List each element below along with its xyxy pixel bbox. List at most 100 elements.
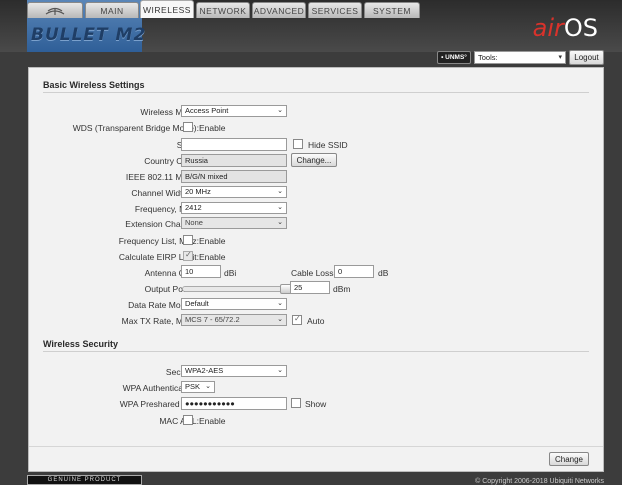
genuine-product-badge: GENUINE PRODUCT xyxy=(27,475,142,485)
output-power-label: Output Power: xyxy=(144,284,199,294)
mac-acl-checkbox[interactable] xyxy=(183,415,193,425)
ieee-mode-field: B/G/N mixed xyxy=(181,170,287,183)
chevron-down-icon: ⌄ xyxy=(205,383,211,390)
output-power-slider-fill xyxy=(183,287,281,291)
country-code-value: Russia xyxy=(185,156,208,165)
tab-ubiquiti-logo[interactable] xyxy=(27,2,83,18)
tools-select-value: Tools: xyxy=(478,53,498,62)
airos-logo: airOS xyxy=(533,14,598,42)
hide-ssid-checkbox[interactable] xyxy=(293,139,303,149)
cable-loss-unit: dB xyxy=(378,268,389,278)
country-code-field: Russia xyxy=(181,154,287,167)
airos-logo-air: air xyxy=(532,14,564,42)
channel-width-label: Channel Width:[?] xyxy=(29,188,199,198)
frequency-select[interactable]: 2412 ⌄ xyxy=(181,202,287,214)
chevron-down-icon: ⌄ xyxy=(277,367,283,374)
settings-panel: Basic Wireless Settings Wireless Mode: A… xyxy=(28,67,604,472)
wds-checkbox[interactable] xyxy=(183,122,193,132)
channel-width-select[interactable]: 20 MHz ⌄ xyxy=(181,186,287,198)
tab-network[interactable]: NETWORK xyxy=(196,2,250,18)
tab-system[interactable]: SYSTEM xyxy=(364,2,420,18)
frequency-label: Frequency, MHz: xyxy=(134,204,199,214)
extension-channel-select[interactable]: None ⌄ xyxy=(181,217,287,229)
device-logo: BULLET M2 xyxy=(31,25,147,45)
chevron-down-icon: ⌄ xyxy=(277,219,283,226)
wpa-preshared-key-label: WPA Preshared Key: xyxy=(119,399,199,409)
wpa-authentication-label: WPA Authentication: xyxy=(122,383,199,393)
wpa-preshared-key-input[interactable]: ●●●●●●●●●●● xyxy=(181,397,287,410)
chevron-down-icon: ⌄ xyxy=(277,107,283,114)
max-tx-auto-checkbox[interactable] xyxy=(292,314,302,325)
cable-loss-value: 0 xyxy=(338,267,343,276)
mac-acl-label: MAC ACL: xyxy=(159,416,199,426)
ssid-input[interactable] xyxy=(181,138,287,151)
wds-enable-label: Enable xyxy=(199,123,226,133)
chevron-down-icon: ⌄ xyxy=(277,204,283,211)
section-divider xyxy=(43,92,589,93)
show-key-checkbox[interactable] xyxy=(291,398,301,408)
tab-advanced[interactable]: ADVANCED xyxy=(252,2,306,18)
security-label: Security: xyxy=(29,367,199,377)
show-key-label: Show xyxy=(305,399,327,409)
basic-wireless-settings-title: Basic Wireless Settings xyxy=(43,80,145,90)
tab-main[interactable]: MAIN xyxy=(85,2,139,18)
antenna-gain-value: 10 xyxy=(185,267,194,276)
hide-ssid-label: Hide SSID xyxy=(308,140,348,150)
wpa-authentication-select[interactable]: PSK ⌄ xyxy=(181,381,215,393)
data-rate-module-label: Data Rate Module: xyxy=(128,300,199,310)
section-divider xyxy=(43,351,589,352)
tab-wireless[interactable]: WIRELESS xyxy=(140,0,194,18)
wireless-mode-select[interactable]: Access Point ⌄ xyxy=(181,105,287,117)
output-power-value: 25 xyxy=(294,283,303,292)
cable-loss-input[interactable]: 0 xyxy=(334,265,374,278)
logout-button[interactable]: Logout xyxy=(569,50,604,65)
data-rate-module-select[interactable]: Default ⌄ xyxy=(181,298,287,310)
eirp-limit-enable-label: Enable xyxy=(199,252,226,262)
output-power-input[interactable]: 25 xyxy=(290,281,330,294)
wds-label: WDS (Transparent Bridge Mode): xyxy=(72,123,199,133)
chevron-down-icon: ▾ xyxy=(558,54,562,61)
frequency-list-label: Frequency List, MHz: xyxy=(118,236,199,246)
antenna-gain-label: Antenna Gain: xyxy=(144,268,199,278)
antenna-gain-unit: dBi xyxy=(224,268,237,278)
eirp-limit-checkbox[interactable] xyxy=(183,250,193,261)
tab-services[interactable]: SERVICES xyxy=(308,2,362,18)
frequency-value: 2412 xyxy=(185,203,202,212)
security-select[interactable]: WPA2-AES ⌄ xyxy=(181,365,287,377)
ieee-mode-value: B/G/N mixed xyxy=(185,172,228,181)
airos-logo-os: OS xyxy=(563,14,598,42)
max-tx-rate-label: Max TX Rate, Mbps: xyxy=(121,316,199,326)
chevron-down-icon: ⌄ xyxy=(277,300,283,307)
unms-button[interactable]: • UNMS° xyxy=(437,51,471,64)
output-power-slider-track[interactable] xyxy=(182,286,292,292)
frequency-list-checkbox[interactable] xyxy=(183,235,193,245)
channel-width-value: 20 MHz xyxy=(185,187,211,196)
ssid-label: SSID: xyxy=(29,140,199,150)
wireless-mode-label: Wireless Mode: xyxy=(140,107,199,117)
wireless-security-title: Wireless Security xyxy=(43,339,118,349)
max-tx-rate-value: MCS 7 - 65/72.2 xyxy=(185,315,240,324)
tools-select[interactable]: Tools: ▾ xyxy=(474,51,566,64)
chevron-down-icon: ⌄ xyxy=(277,316,283,323)
change-button[interactable]: Change xyxy=(549,452,589,466)
change-country-button[interactable]: Change... xyxy=(291,153,337,167)
mac-acl-enable-label: Enable xyxy=(199,416,226,426)
eirp-limit-label: Calculate EIRP Limit: xyxy=(118,252,199,262)
chevron-down-icon: ⌄ xyxy=(277,188,283,195)
extension-channel-label: Extension Channel: xyxy=(125,219,199,229)
ubiquiti-logo-icon xyxy=(45,7,65,15)
security-value: WPA2-AES xyxy=(185,366,224,375)
wireless-mode-value: Access Point xyxy=(185,106,229,115)
cable-loss-label: Cable Loss: xyxy=(291,268,336,278)
max-tx-auto-label: Auto xyxy=(307,316,325,326)
country-code-label: Country Code: xyxy=(144,156,199,166)
frequency-list-enable-label: Enable xyxy=(199,236,226,246)
footer-divider xyxy=(29,446,603,447)
wpa-authentication-value: PSK xyxy=(185,382,201,391)
extension-channel-value: None xyxy=(185,218,203,227)
antenna-gain-input[interactable]: 10 xyxy=(181,265,221,278)
wpa-preshared-key-value: ●●●●●●●●●●● xyxy=(185,399,235,408)
max-tx-rate-select[interactable]: MCS 7 - 65/72.2 ⌄ xyxy=(181,314,287,326)
ieee-mode-label: IEEE 802.11 Mode: xyxy=(125,172,199,182)
copyright-text: © Copyright 2006-2018 Ubiquiti Networks xyxy=(475,478,604,485)
